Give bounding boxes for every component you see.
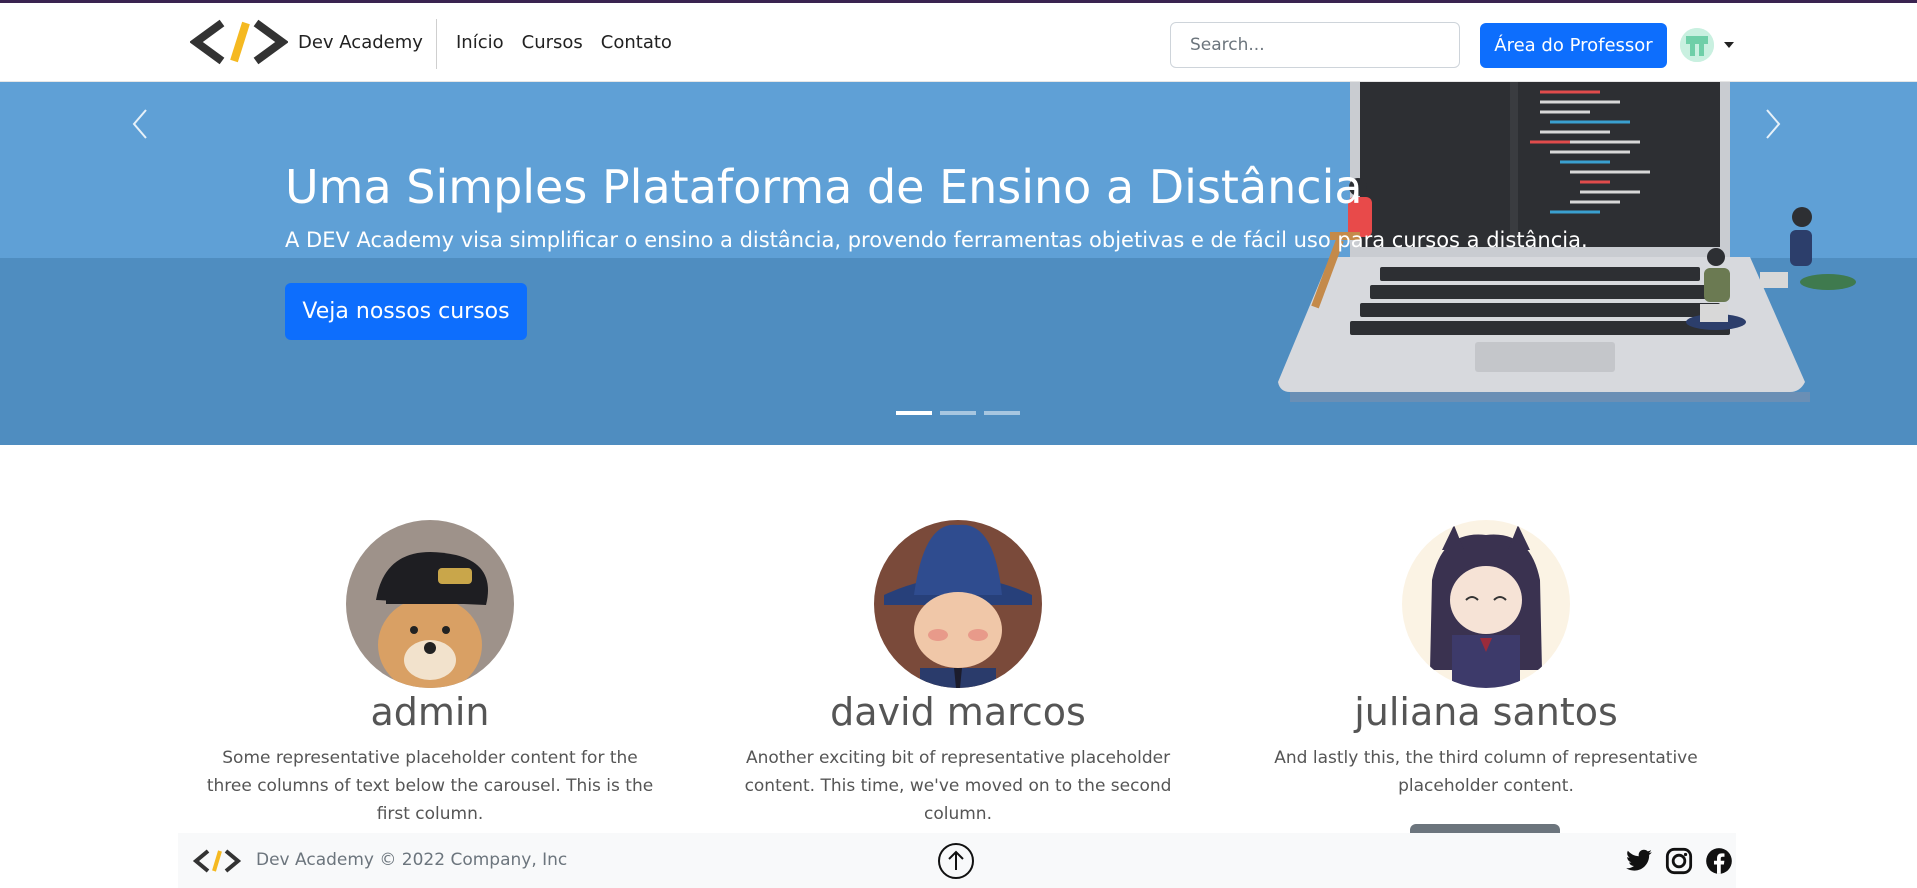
logo-icon: [190, 19, 288, 65]
profile-card: admin Some representative placeholder co…: [190, 520, 670, 828]
hero-description: A DEV Academy visa simplificar o ensino …: [285, 228, 1588, 252]
brand-name: Dev Academy: [298, 31, 423, 53]
profile-description: Another exciting bit of representative p…: [744, 748, 1172, 824]
profile-avatar: [874, 520, 1042, 688]
carousel-indicator-1[interactable]: [896, 411, 932, 415]
logo-icon[interactable]: [192, 848, 242, 874]
arrow-up-icon[interactable]: [937, 842, 975, 880]
profile-name: david marcos: [830, 690, 1086, 734]
instagram-icon[interactable]: [1665, 847, 1693, 875]
profiles-section: admin Some representative placeholder co…: [190, 520, 1746, 844]
profile-description: And lastly this, the third column of rep…: [1274, 748, 1698, 796]
nav-link-inicio[interactable]: Início: [447, 32, 513, 53]
twitter-icon[interactable]: [1625, 847, 1653, 875]
chevron-left-icon[interactable]: [126, 104, 156, 144]
facebook-icon[interactable]: [1705, 847, 1733, 875]
hero-carousel: Uma Simples Plataforma de Ensino a Distâ…: [0, 82, 1917, 445]
profile-card: juliana santos And lastly this, the thir…: [1246, 520, 1726, 844]
profile-name: admin: [370, 690, 490, 734]
user-menu[interactable]: [1680, 28, 1734, 62]
brand[interactable]: Dev Academy: [190, 19, 423, 65]
profile-card: david marcos Another exciting bit of rep…: [718, 520, 1198, 828]
nav-link-cursos[interactable]: Cursos: [513, 32, 592, 53]
navbar: Dev Academy Início Cursos Contato Área d…: [0, 0, 1917, 82]
hero-title: Uma Simples Plataforma de Ensino a Distâ…: [285, 160, 1363, 214]
carousel-indicators: [896, 411, 1020, 415]
profile-avatar: [1402, 520, 1570, 688]
chevron-right-icon[interactable]: [1757, 104, 1787, 144]
carousel-indicator-2[interactable]: [940, 411, 976, 415]
footer: Dev Academy © 2022 Company, Inc: [178, 833, 1736, 888]
search-input[interactable]: [1170, 22, 1460, 68]
professor-area-button[interactable]: Área do Professor: [1480, 23, 1667, 68]
caret-down-icon: [1724, 42, 1734, 48]
profile-avatar: [346, 520, 514, 688]
view-courses-button[interactable]: Veja nossos cursos: [285, 283, 527, 340]
nav-links: Início Cursos Contato: [447, 32, 681, 53]
nav-link-contato[interactable]: Contato: [592, 32, 681, 53]
profile-name: juliana santos: [1354, 690, 1618, 734]
nav-divider: [436, 19, 437, 69]
carousel-indicator-3[interactable]: [984, 411, 1020, 415]
avatar: [1680, 28, 1714, 62]
copyright-text: Dev Academy © 2022 Company, Inc: [256, 850, 568, 870]
profile-description: Some representative placeholder content …: [206, 748, 654, 824]
avatar-image: [1680, 28, 1714, 62]
